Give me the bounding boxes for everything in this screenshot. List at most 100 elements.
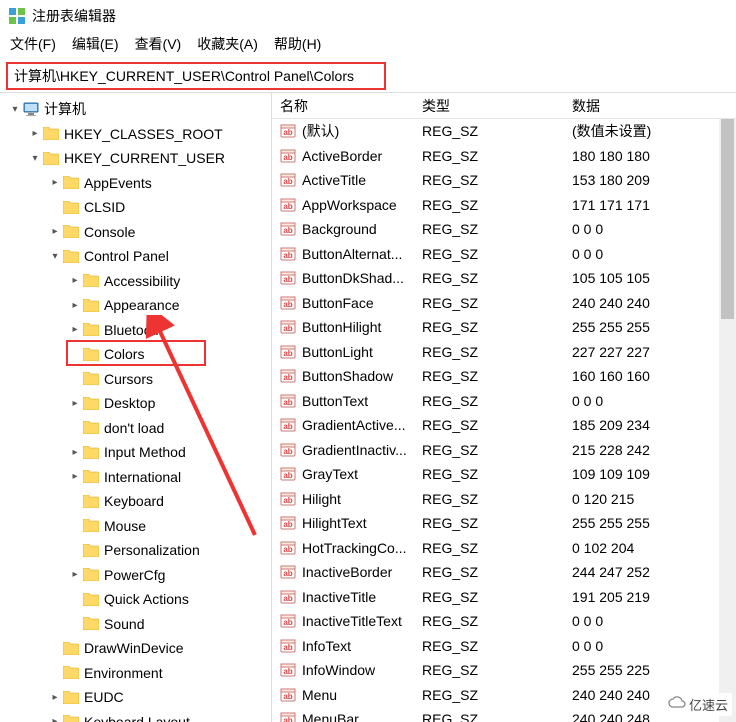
value-type: REG_SZ (422, 417, 572, 433)
chevron-down-icon[interactable]: ▾ (48, 251, 62, 262)
tree-item[interactable]: Environment (0, 661, 271, 686)
value-data: 0 0 0 (572, 613, 736, 629)
value-name: InactiveTitleText (302, 613, 422, 629)
chevron-right-icon[interactable]: ▸ (48, 716, 62, 722)
tree-item[interactable]: Colors (0, 342, 271, 367)
tree-pane[interactable]: ▾计算机▸HKEY_CLASSES_ROOT▾HKEY_CURRENT_USER… (0, 93, 272, 722)
watermark-text: 亿速云 (689, 695, 728, 714)
string-value-icon: ab (278, 196, 298, 214)
folder-icon (62, 714, 80, 722)
list-row[interactable]: abButtonLightREG_SZ227 227 227 (272, 340, 736, 365)
column-name[interactable]: 名称 (272, 96, 422, 116)
list-pane[interactable]: 名称 类型 数据 ab(默认)REG_SZ(数值未设置)abActiveBord… (272, 93, 736, 722)
list-row[interactable]: abInfoWindowREG_SZ255 255 225 (272, 658, 736, 683)
list-row[interactable]: abGradientActive...REG_SZ185 209 234 (272, 413, 736, 438)
tree-item[interactable]: Personalization (0, 538, 271, 563)
tree-item[interactable]: ▸Input Method (0, 440, 271, 465)
chevron-right-icon[interactable]: ▸ (68, 398, 82, 409)
list-row[interactable]: abButtonDkShad...REG_SZ105 105 105 (272, 266, 736, 291)
list-row[interactable]: abHotTrackingCo...REG_SZ0 102 204 (272, 536, 736, 561)
chevron-right-icon[interactable]: ▸ (68, 447, 82, 458)
tree-item[interactable]: Quick Actions (0, 587, 271, 612)
tree-item[interactable]: ▾HKEY_CURRENT_USER (0, 146, 271, 171)
value-data: 0 120 215 (572, 491, 736, 507)
tree-item[interactable]: CLSID (0, 195, 271, 220)
list-row[interactable]: abInfoTextREG_SZ0 0 0 (272, 634, 736, 659)
menu-edit[interactable]: 编辑(E) (72, 34, 119, 54)
string-value-icon: ab (278, 686, 298, 704)
list-row[interactable]: abActiveBorderREG_SZ180 180 180 (272, 144, 736, 169)
svg-text:ab: ab (283, 324, 292, 333)
list-row[interactable]: abButtonHilightREG_SZ255 255 255 (272, 315, 736, 340)
chevron-down-icon[interactable]: ▾ (28, 153, 42, 164)
chevron-right-icon[interactable]: ▸ (68, 471, 82, 482)
list-row[interactable]: abButtonFaceREG_SZ240 240 240 (272, 291, 736, 316)
tree-item[interactable]: ▸AppEvents (0, 171, 271, 196)
list-row[interactable]: abInactiveTitleREG_SZ191 205 219 (272, 585, 736, 610)
tree-item[interactable]: ▸Bluetooth (0, 318, 271, 343)
tree-item[interactable]: ▸HKEY_CLASSES_ROOT (0, 122, 271, 147)
value-name: GradientActive... (302, 417, 422, 433)
list-row[interactable]: abButtonAlternat...REG_SZ0 0 0 (272, 242, 736, 267)
tree-item[interactable]: DrawWinDevice (0, 636, 271, 661)
svg-text:ab: ab (283, 202, 292, 211)
menu-favorites[interactable]: 收藏夹(A) (197, 34, 258, 54)
tree-item[interactable]: ▸Desktop (0, 391, 271, 416)
scrollbar-thumb[interactable] (721, 119, 734, 319)
list-row[interactable]: abHilightTextREG_SZ255 255 255 (272, 511, 736, 536)
value-type: REG_SZ (422, 393, 572, 409)
list-row[interactable]: abGrayTextREG_SZ109 109 109 (272, 462, 736, 487)
string-value-icon: ab (278, 220, 298, 238)
chevron-right-icon[interactable]: ▸ (28, 128, 42, 139)
list-row[interactable]: abInactiveTitleTextREG_SZ0 0 0 (272, 609, 736, 634)
list-row[interactable]: abHilightREG_SZ0 120 215 (272, 487, 736, 512)
folder-icon (82, 444, 100, 460)
chevron-right-icon[interactable]: ▸ (68, 300, 82, 311)
string-value-icon: ab (278, 710, 298, 722)
tree-item[interactable]: ▸EUDC (0, 685, 271, 710)
list-row[interactable]: ab(默认)REG_SZ(数值未设置) (272, 119, 736, 144)
list-row[interactable]: abAppWorkspaceREG_SZ171 171 171 (272, 193, 736, 218)
tree-item[interactable]: Keyboard (0, 489, 271, 514)
tree-item[interactable]: ▸Keyboard Layout (0, 710, 271, 722)
tree-item-label: Mouse (104, 518, 146, 534)
list-row[interactable]: abButtonShadowREG_SZ160 160 160 (272, 364, 736, 389)
menu-file[interactable]: 文件(F) (10, 34, 56, 54)
list-row[interactable]: abInactiveBorderREG_SZ244 247 252 (272, 560, 736, 585)
list-row[interactable]: abActiveTitleREG_SZ153 180 209 (272, 168, 736, 193)
column-data[interactable]: 数据 (572, 96, 736, 116)
column-type[interactable]: 类型 (422, 96, 572, 116)
tree-item[interactable]: Cursors (0, 367, 271, 392)
list-row[interactable]: abGradientInactiv...REG_SZ215 228 242 (272, 438, 736, 463)
tree-item-label: Environment (84, 665, 163, 681)
chevron-right-icon[interactable]: ▸ (68, 324, 82, 335)
chevron-right-icon[interactable]: ▸ (68, 569, 82, 580)
chevron-right-icon[interactable]: ▸ (48, 177, 62, 188)
list-row[interactable]: abButtonTextREG_SZ0 0 0 (272, 389, 736, 414)
chevron-right-icon[interactable]: ▸ (48, 226, 62, 237)
value-name: InfoWindow (302, 662, 422, 678)
menu-view[interactable]: 查看(V) (135, 34, 182, 54)
tree-item-label: Console (84, 224, 135, 240)
tree-item[interactable]: ▸ Console (0, 220, 271, 245)
menu-help[interactable]: 帮助(H) (274, 34, 321, 54)
chevron-right-icon[interactable]: ▸ (68, 275, 82, 286)
tree-item[interactable]: Sound (0, 612, 271, 637)
tree-item[interactable]: ▾计算机 (0, 97, 271, 122)
chevron-right-icon[interactable]: ▸ (48, 692, 62, 703)
tree-item[interactable]: ▸International (0, 465, 271, 490)
vertical-scrollbar[interactable] (719, 119, 736, 722)
chevron-down-icon[interactable]: ▾ (8, 104, 22, 115)
value-data: 153 180 209 (572, 172, 736, 188)
address-bar[interactable]: 计算机\HKEY_CURRENT_USER\Control Panel\Colo… (6, 62, 386, 90)
string-value-icon: ab (278, 563, 298, 581)
tree-item[interactable]: ▸PowerCfg (0, 563, 271, 588)
tree-item[interactable]: ▸Accessibility (0, 269, 271, 294)
tree-item[interactable]: Mouse (0, 514, 271, 539)
value-type: REG_SZ (422, 368, 572, 384)
list-row[interactable]: abBackgroundREG_SZ0 0 0 (272, 217, 736, 242)
tree-item[interactable]: ▸Appearance (0, 293, 271, 318)
string-value-icon: ab (278, 318, 298, 336)
tree-item[interactable]: don't load (0, 416, 271, 441)
tree-item[interactable]: ▾Control Panel (0, 244, 271, 269)
